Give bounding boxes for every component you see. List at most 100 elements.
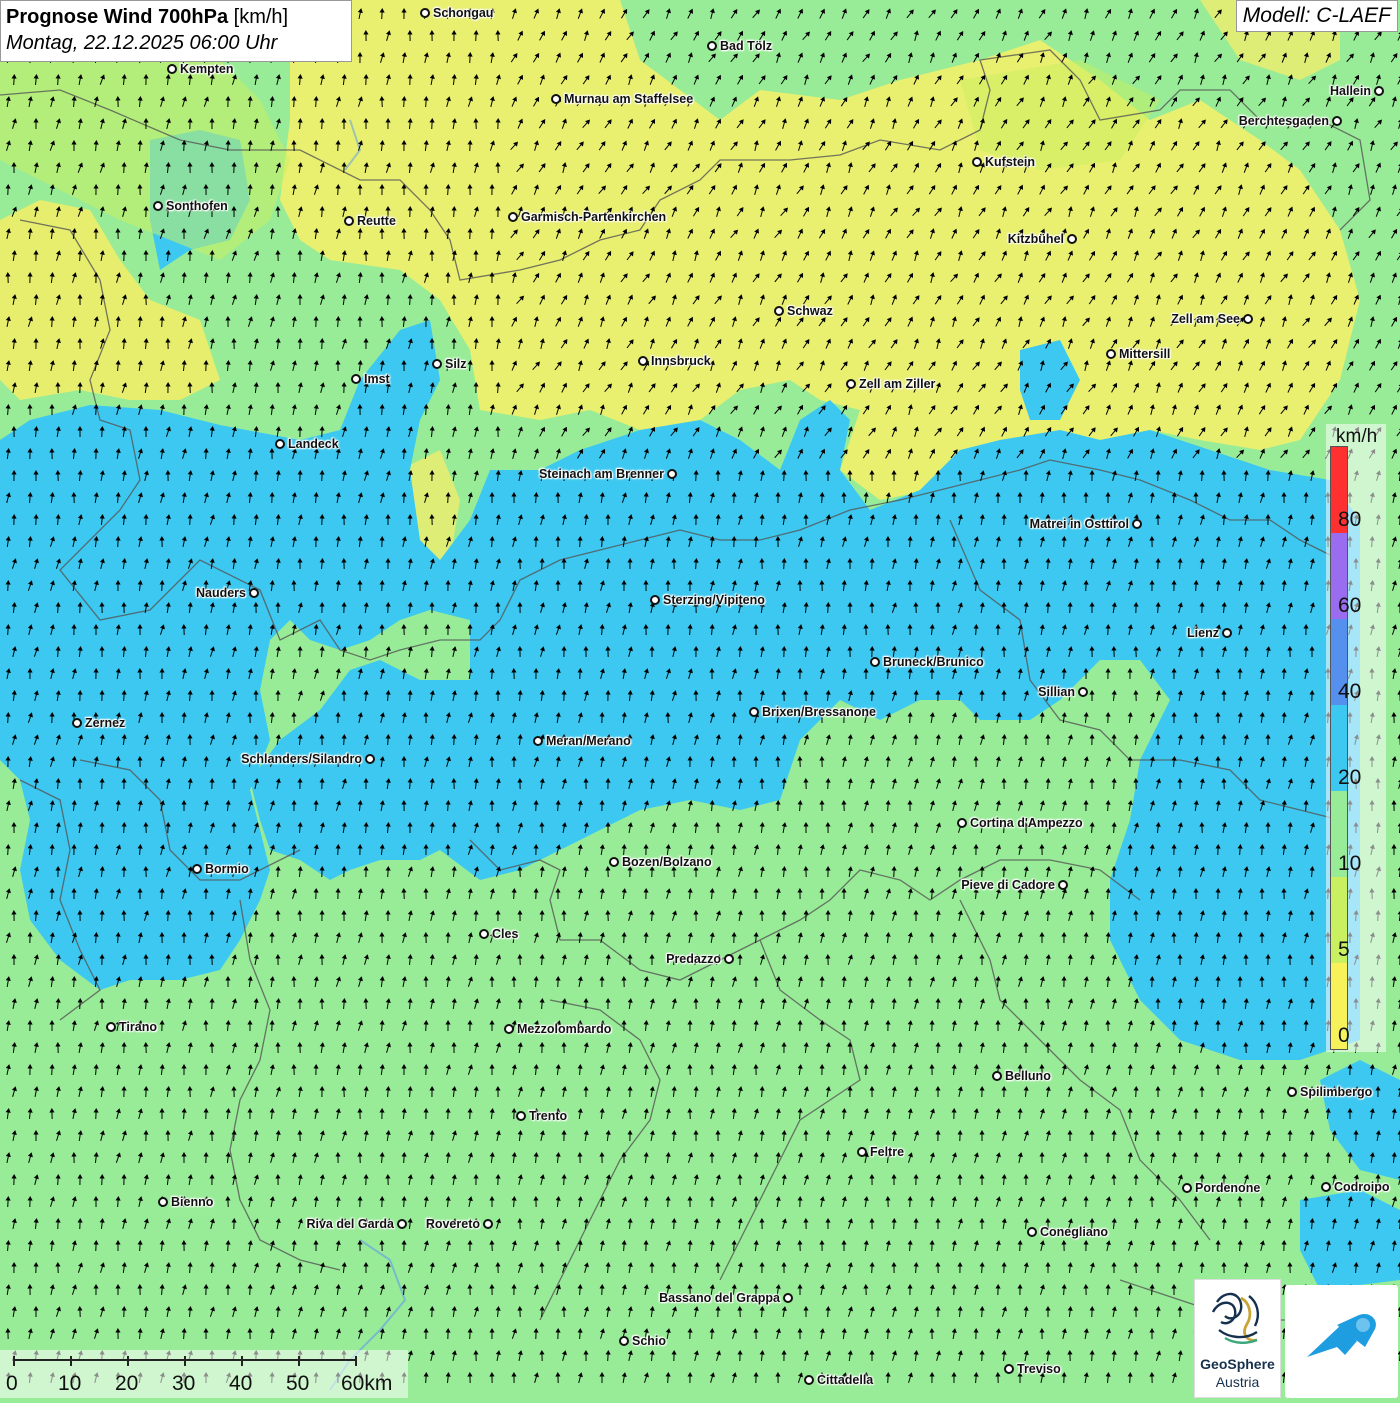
city-marker[interactable]: Cittadella: [804, 1373, 873, 1387]
city-label: Riva del Garda: [306, 1217, 394, 1231]
scale-label: 50: [286, 1372, 309, 1396]
city-dot-icon: [1321, 1182, 1331, 1192]
city-marker[interactable]: Schlanders/Silandro: [241, 752, 375, 766]
city-marker[interactable]: Pordenone: [1182, 1181, 1260, 1195]
city-dot-icon: [1243, 314, 1253, 324]
city-label: Trento: [529, 1109, 567, 1123]
city-marker[interactable]: Silz: [432, 357, 467, 371]
city-label: Berchtesgaden: [1239, 114, 1329, 128]
city-marker[interactable]: Schongau: [420, 6, 493, 20]
city-marker[interactable]: Meran/Merano: [533, 734, 631, 748]
city-marker[interactable]: Trento: [516, 1109, 567, 1123]
city-dot-icon: [1078, 687, 1088, 697]
city-label: Bassano del Grappa: [659, 1291, 780, 1305]
geosphere-logo[interactable]: GeoSphere Austria: [1194, 1279, 1281, 1398]
title-panel: Prognose Wind 700hPa [km/h] Montag, 22.1…: [0, 0, 352, 62]
city-label: Meran/Merano: [546, 734, 631, 748]
city-marker[interactable]: Rovereto: [426, 1217, 493, 1231]
city-label: Pordenone: [1195, 1181, 1260, 1195]
legend-tick: 60: [1338, 594, 1361, 618]
model-label: Modell: C-LAEF: [1236, 0, 1398, 32]
city-marker[interactable]: Imst: [351, 372, 390, 386]
city-label: Hallein: [1330, 84, 1371, 98]
city-label: Nauders: [196, 586, 246, 600]
city-marker[interactable]: Pieve di Cadore: [961, 878, 1068, 892]
scale-label: 30: [172, 1372, 195, 1396]
city-marker[interactable]: Hallein: [1330, 84, 1384, 98]
legend-tick: 20: [1338, 766, 1361, 790]
city-dot-icon: [609, 857, 619, 867]
city-marker[interactable]: Mezzolombardo: [504, 1022, 611, 1036]
city-label: Cittadella: [817, 1373, 873, 1387]
city-marker[interactable]: Landeck: [275, 437, 339, 451]
city-marker[interactable]: Sterzing/Vipiteno: [650, 593, 765, 607]
legend-tick: 5: [1338, 938, 1350, 962]
city-marker[interactable]: Sillian: [1038, 685, 1088, 699]
city-marker[interactable]: Spilimbergo: [1287, 1085, 1372, 1099]
city-dot-icon: [432, 359, 442, 369]
city-label: Bad Tölz: [720, 39, 772, 53]
city-label: Sonthofen: [166, 199, 228, 213]
city-dot-icon: [1182, 1183, 1192, 1193]
city-marker[interactable]: Zell am Ziller: [846, 377, 935, 391]
city-marker[interactable]: Cles: [479, 927, 518, 941]
city-marker[interactable]: Kufstein: [972, 155, 1035, 169]
city-label: Pieve di Cadore: [961, 878, 1055, 892]
city-marker[interactable]: Berchtesgaden: [1239, 114, 1342, 128]
legend-tick: 10: [1338, 852, 1361, 876]
city-dot-icon: [192, 864, 202, 874]
weather-app-logo[interactable]: [1285, 1285, 1398, 1398]
city-dot-icon: [992, 1071, 1002, 1081]
forecast-date: Montag, 22.12.2025 06:00 Uhr: [6, 30, 346, 56]
city-marker[interactable]: Belluno: [992, 1069, 1051, 1083]
city-marker[interactable]: Riva del Garda: [306, 1217, 407, 1231]
city-marker[interactable]: Nauders: [196, 586, 259, 600]
legend-tick: 40: [1338, 680, 1361, 704]
city-label: Tirano: [119, 1020, 157, 1034]
city-marker[interactable]: Reutte: [344, 214, 396, 228]
city-label: Spilimbergo: [1300, 1085, 1372, 1099]
city-marker[interactable]: Schio: [619, 1334, 666, 1348]
city-marker[interactable]: Kempten: [167, 62, 233, 76]
city-marker[interactable]: Innsbruck: [638, 354, 711, 368]
city-marker[interactable]: Matrei in Osttirol: [1030, 517, 1142, 531]
city-marker[interactable]: Bassano del Grappa: [659, 1291, 793, 1305]
city-marker[interactable]: Cortina d'Ampezzo: [957, 816, 1083, 830]
city-marker[interactable]: Murnau am Staffelsee: [551, 92, 693, 106]
city-marker[interactable]: Garmisch-Partenkirchen: [508, 210, 666, 224]
city-label: Bienno: [171, 1195, 213, 1209]
city-marker[interactable]: Predazzo: [666, 952, 734, 966]
city-marker[interactable]: Schwaz: [774, 304, 833, 318]
city-marker[interactable]: Brixen/Bressanone: [749, 705, 876, 719]
city-marker[interactable]: Lienz: [1187, 626, 1232, 640]
city-marker[interactable]: Kitzbühel: [1008, 232, 1077, 246]
city-marker[interactable]: Feltre: [857, 1145, 904, 1159]
scale-label: 0: [6, 1372, 18, 1396]
city-marker[interactable]: Mittersill: [1106, 347, 1170, 361]
city-label: Kitzbühel: [1008, 232, 1064, 246]
city-marker[interactable]: Bozen/Bolzano: [609, 855, 712, 869]
city-marker[interactable]: Steinach am Brenner: [539, 467, 677, 481]
city-marker[interactable]: Bad Tölz: [707, 39, 772, 53]
city-dot-icon: [619, 1336, 629, 1346]
city-marker[interactable]: Sonthofen: [153, 199, 228, 213]
city-marker[interactable]: Tirano: [106, 1020, 157, 1034]
city-dot-icon: [1374, 86, 1384, 96]
city-marker[interactable]: Zernez: [72, 716, 125, 730]
city-marker[interactable]: Conegliano: [1027, 1225, 1108, 1239]
city-marker[interactable]: Codroipo: [1321, 1180, 1390, 1194]
city-label: Schlanders/Silandro: [241, 752, 362, 766]
city-dot-icon: [533, 736, 543, 746]
city-label: Zell am Ziller: [859, 377, 935, 391]
city-label: Bruneck/Brunico: [883, 655, 984, 669]
city-label: Sillian: [1038, 685, 1075, 699]
city-label: Bozen/Bolzano: [622, 855, 712, 869]
city-marker[interactable]: Treviso: [1004, 1362, 1061, 1376]
city-marker[interactable]: Zell am See: [1171, 312, 1253, 326]
city-label: Brixen/Bressanone: [762, 705, 876, 719]
city-marker[interactable]: Bormio: [192, 862, 249, 876]
city-marker[interactable]: Bruneck/Brunico: [870, 655, 984, 669]
scale-label: 60km: [341, 1372, 392, 1396]
wind-map[interactable]: Schongau Kempten Bad Tölz Murnau am Staf…: [0, 0, 1400, 1400]
city-marker[interactable]: Bienno: [158, 1195, 213, 1209]
